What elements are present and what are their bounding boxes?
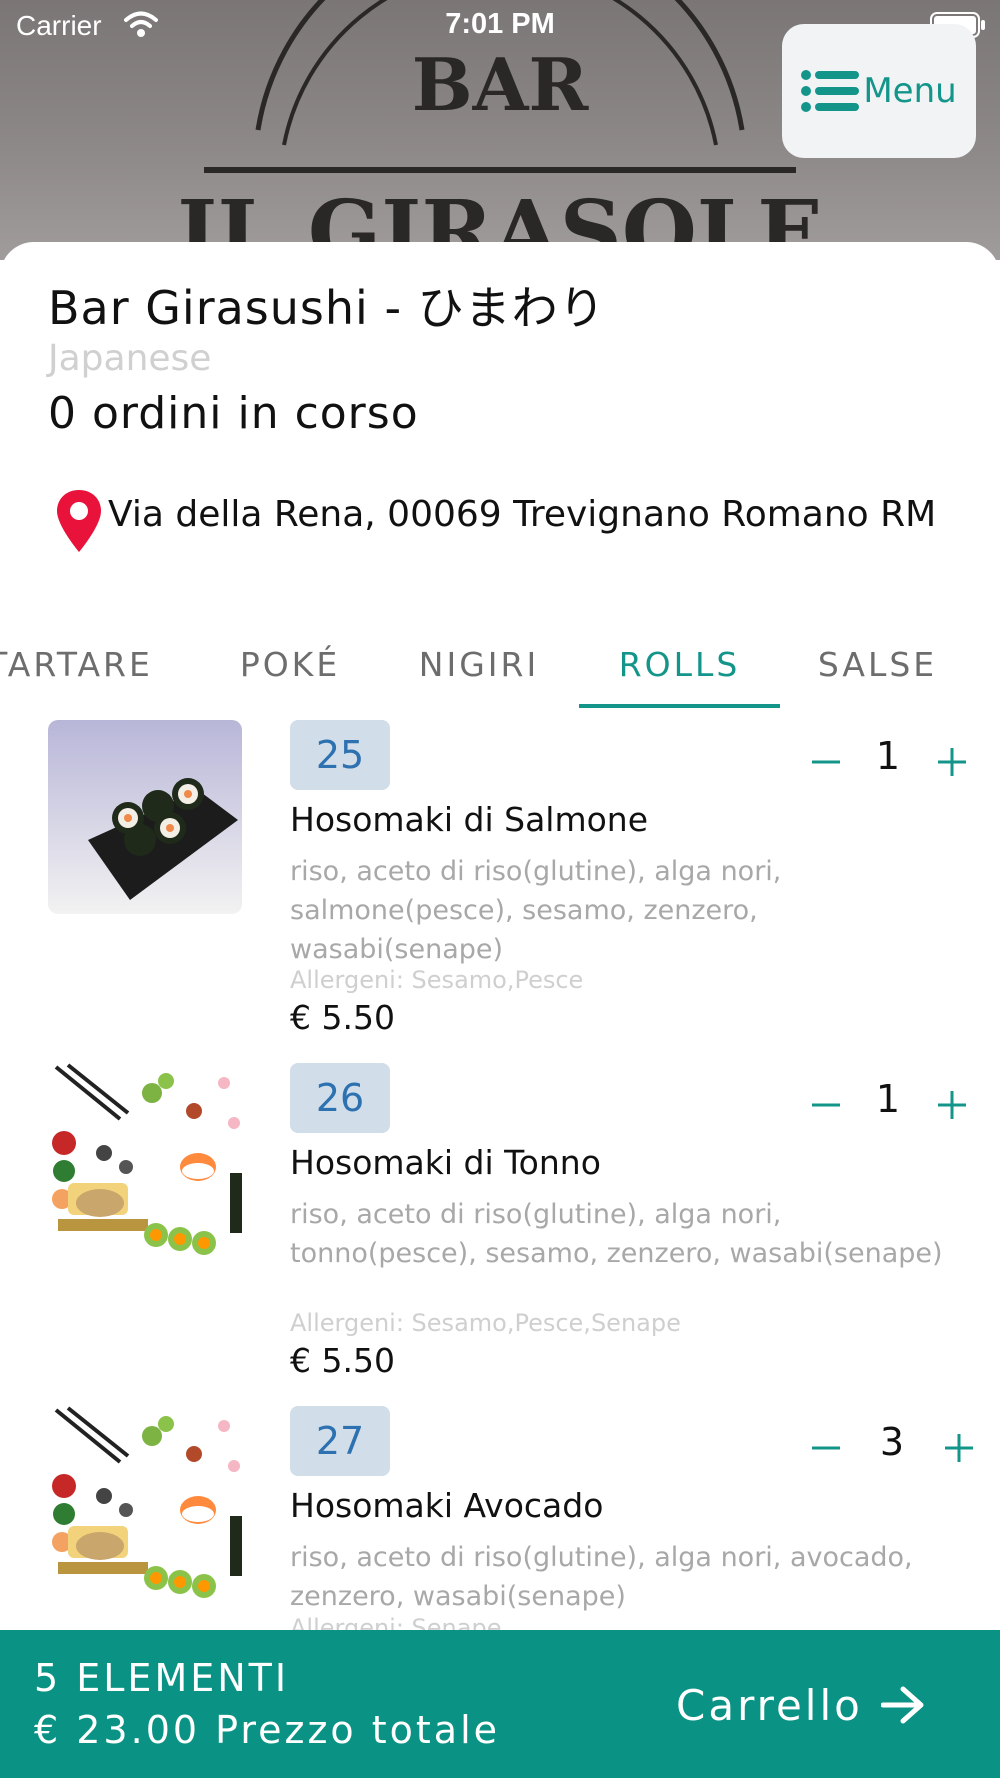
item-illustration [48,1406,242,1600]
item-price: € 5.50 [290,998,395,1037]
item-ingredients: riso, aceto di riso(glutine), alga nori,… [290,1199,943,1269]
item-name: Hosomaki di Tonno [290,1143,601,1182]
tab-poke[interactable]: POKÉ [210,622,370,708]
restaurant-name: Bar Girasushi - ひまわり [48,281,606,335]
item-name: Hosomaki Avocado [290,1486,604,1525]
increase-quantity-button[interactable] [932,742,972,782]
decrease-quantity-button[interactable] [806,742,846,782]
cart-item-count: 5 ELEMENTI [34,1656,290,1700]
orders-status: 0 ordini in corso [48,388,419,439]
quantity-value: 1 [875,734,901,778]
menu-button[interactable]: Menu [782,24,976,158]
item-number-badge: 25 [290,720,390,790]
increase-quantity-button[interactable] [932,1085,972,1125]
decrease-quantity-button[interactable] [806,1428,846,1468]
arrow-right-icon [880,1686,924,1724]
item-allergens: Allergeni: Sesamo,Pesce [290,966,584,994]
item-name: Hosomaki di Salmone [290,800,649,839]
quantity-value: 3 [879,1420,905,1464]
cart-summary-bar: 5 ELEMENTI € 23.00 Prezzo totale Carrell… [0,1630,1000,1778]
tab-tartare[interactable]: TARTARE [0,622,170,708]
decrease-quantity-button[interactable] [806,1085,846,1125]
tab-rolls[interactable]: ROLLS [579,622,780,708]
restaurant-address: Via della Rena, 00069 Trevignano Romano … [108,494,937,535]
item-ingredients: riso, aceto di riso(glutine), alga nori,… [290,856,782,965]
logo-line-1: BAR [412,42,590,127]
go-to-cart-button[interactable]: Carrello [676,1660,936,1750]
quantity-value: 1 [875,1077,901,1121]
location-pin-icon [57,490,101,552]
item-ingredients: riso, aceto di riso(glutine), alga nori,… [290,1542,913,1612]
category-tabs: TARTARE POKÉ NIGIRI ROLLS SALSE [0,622,1000,708]
item-number-badge: 26 [290,1063,390,1133]
item-illustration [48,1063,242,1257]
menu-button-label: Menu [863,71,957,111]
list-icon [801,70,860,112]
item-price: € 5.50 [290,1341,395,1380]
item-allergens: Allergeni: Sesamo,Pesce,Senape [290,1309,681,1337]
tab-nigiri[interactable]: NIGIRI [395,622,563,708]
cart-button-label: Carrello [676,1680,863,1730]
active-tab-indicator [579,704,780,708]
item-photo [48,720,242,914]
item-number-badge: 27 [290,1406,390,1476]
cuisine-label: Japanese [48,338,212,379]
increase-quantity-button[interactable] [939,1428,979,1468]
cart-total-price: € 23.00 Prezzo totale [34,1708,501,1752]
tab-salse[interactable]: SALSE [790,622,965,708]
